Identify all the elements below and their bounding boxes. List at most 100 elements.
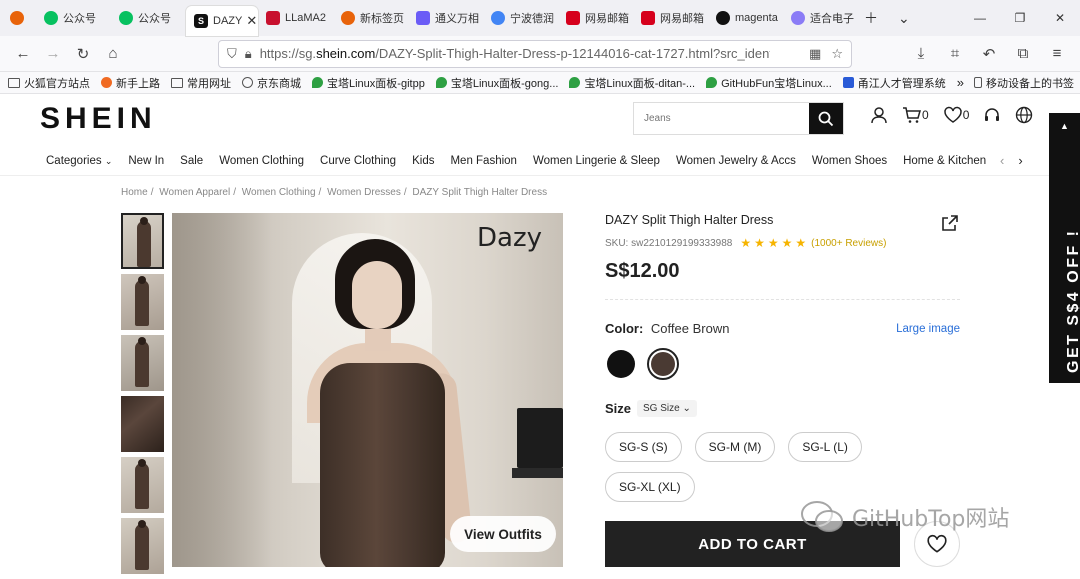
- bookmark-item[interactable]: 新手上路: [101, 75, 160, 91]
- bookmark-item[interactable]: 火狐官方站点: [8, 75, 90, 91]
- size-system-select[interactable]: SG Size ⌄: [637, 400, 697, 417]
- browser-tab[interactable]: 宁波德润: [483, 0, 558, 36]
- browser-tab[interactable]: LLaMA2: [258, 0, 333, 36]
- url-bar[interactable]: ⛉ 🔒︎ https://sg. shein.com/DAZY-Split-Thi…: [218, 39, 852, 68]
- bookmark-label: 宝塔Linux面板-ditan-...: [584, 77, 696, 90]
- browser-tab-active[interactable]: S DAZY ✕: [186, 6, 258, 36]
- wishlist-count: 0: [962, 108, 970, 122]
- language-button[interactable]: [1015, 106, 1033, 124]
- undo-icon[interactable]: ↶: [974, 39, 1004, 69]
- qr-code-icon[interactable]: ▦: [809, 46, 821, 62]
- screenshot-crop-icon[interactable]: ⌗: [940, 39, 970, 69]
- thumbnail-image[interactable]: [121, 457, 164, 513]
- nav-item-home-kitchen[interactable]: Home & Kitchen: [903, 155, 986, 167]
- back-arrow-icon[interactable]: ←: [8, 39, 38, 69]
- size-option[interactable]: SG-S (S): [605, 432, 682, 462]
- browser-tab[interactable]: 公众号: [36, 0, 111, 36]
- search-input[interactable]: [634, 103, 809, 134]
- bookmark-item[interactable]: GitHubFun宝塔Linux...: [706, 75, 832, 91]
- home-icon[interactable]: ⌂: [98, 39, 128, 69]
- breadcrumb-item[interactable]: Home: [121, 187, 148, 198]
- browser-tab[interactable]: magenta: [708, 0, 783, 36]
- shield-icon[interactable]: ⛉: [227, 46, 237, 62]
- breadcrumb-item[interactable]: Women Dresses: [327, 187, 401, 198]
- bookmark-item[interactable]: 宝塔Linux面板-ditan-...: [569, 75, 695, 91]
- bookmark-item[interactable]: 宝塔Linux面板-gitpp: [312, 75, 425, 91]
- forward-arrow-icon[interactable]: →: [38, 39, 68, 69]
- size-option[interactable]: SG-M (M): [694, 432, 776, 462]
- breadcrumb-item[interactable]: Women Clothing: [242, 187, 316, 198]
- support-button[interactable]: [983, 106, 1001, 124]
- nav-item-men-fashion[interactable]: Men Fashion: [450, 155, 516, 167]
- nav-item-women-shoes[interactable]: Women Shoes: [812, 155, 887, 167]
- search-button[interactable]: [809, 103, 843, 134]
- browser-tab[interactable]: 网易邮箱: [633, 0, 708, 36]
- reviews-link[interactable]: (1000+ Reviews): [811, 238, 886, 249]
- search-icon: [818, 111, 834, 126]
- browser-tab[interactable]: 公众号: [111, 0, 186, 36]
- minimize-icon[interactable]: —: [960, 0, 1000, 36]
- browser-tab[interactable]: 网易邮箱: [558, 0, 633, 36]
- shein-logo[interactable]: SHEIN: [40, 102, 157, 136]
- account-button[interactable]: [870, 106, 888, 124]
- browser-nav-bar: ← → ↻ ⌂ ⛉ 🔒︎ https://sg. shein.com/DAZY-S…: [0, 36, 1080, 72]
- bookmark-star-icon[interactable]: ☆: [831, 46, 843, 62]
- triangle-up-icon: ▲: [1060, 121, 1069, 131]
- thumbnail-image[interactable]: [121, 274, 164, 330]
- divider: [605, 299, 960, 300]
- cart-button[interactable]: 0: [902, 106, 929, 124]
- color-swatch-coffee-brown[interactable]: [647, 348, 679, 380]
- bookmark-item[interactable]: 甬江人才管理系统: [842, 75, 946, 91]
- bookmark-item[interactable]: 宝塔Linux面板-gong...: [435, 75, 558, 91]
- color-swatch-black[interactable]: [607, 350, 635, 378]
- view-outfits-button[interactable]: View Outfits: [450, 516, 556, 552]
- window-close-icon[interactable]: ✕: [1040, 0, 1080, 36]
- extensions-icon[interactable]: ⧉: [1008, 39, 1038, 69]
- download-icon[interactable]: ⤓: [906, 39, 936, 69]
- lock-icon[interactable]: 🔒︎: [245, 46, 252, 62]
- bookmark-item[interactable]: 京东商城: [242, 75, 301, 91]
- bookmarks-overflow-icon[interactable]: »: [957, 75, 964, 90]
- mobile-bookmarks[interactable]: 移动设备上的书签: [973, 75, 1074, 91]
- globe-icon: [242, 77, 253, 88]
- size-option[interactable]: SG-L (L): [788, 432, 862, 462]
- share-icon[interactable]: [942, 215, 958, 231]
- bookmark-item[interactable]: 常用网址: [171, 75, 231, 91]
- nav-item-new-in[interactable]: New In: [128, 155, 164, 167]
- tab-label: 公众号: [138, 13, 171, 25]
- restore-icon[interactable]: ❐: [1000, 0, 1040, 36]
- nav-item-kids[interactable]: Kids: [412, 155, 434, 167]
- talent-system-icon: [842, 77, 854, 88]
- nav-next-chevron-icon[interactable]: ›: [1018, 153, 1022, 168]
- app-menu-icon[interactable]: ≡: [1042, 39, 1072, 69]
- thumbnail-image[interactable]: [121, 213, 164, 269]
- thumbnail-image[interactable]: [121, 518, 164, 574]
- new-tab-plus-icon[interactable]: ＋: [864, 8, 878, 28]
- list-tabs-chevron-icon[interactable]: ⌄: [898, 10, 910, 27]
- nav-item-women-jewelry[interactable]: Women Jewelry & Accs: [676, 155, 796, 167]
- size-option[interactable]: SG-XL (XL): [605, 472, 695, 502]
- browser-tab[interactable]: 适合电子: [783, 0, 858, 36]
- main-product-image[interactable]: Dazy View Outfits: [172, 213, 563, 567]
- firefox-menu-tab[interactable]: [0, 0, 36, 36]
- thumbnail-image[interactable]: [121, 396, 164, 452]
- breadcrumb-item[interactable]: Women Apparel: [159, 187, 230, 198]
- nav-item-women-clothing[interactable]: Women Clothing: [219, 155, 304, 167]
- browser-tab[interactable]: 通义万相: [408, 0, 483, 36]
- browser-tab[interactable]: 新标签页: [333, 0, 408, 36]
- thumbnail-image[interactable]: [121, 335, 164, 391]
- tab-label: 通义万相: [435, 13, 479, 25]
- nav-item-women-lingerie[interactable]: Women Lingerie & Sleep: [533, 155, 660, 167]
- tab-label: 新标签页: [360, 13, 404, 25]
- nav-item-curve-clothing[interactable]: Curve Clothing: [320, 155, 396, 167]
- nav-item-sale[interactable]: Sale: [180, 155, 203, 167]
- wishlist-button[interactable]: 0: [943, 106, 970, 124]
- nav-prev-chevron-icon[interactable]: ‹: [1000, 153, 1004, 168]
- baota-icon: [569, 77, 581, 88]
- tab-close-icon[interactable]: ✕: [246, 13, 257, 29]
- nav-item-categories[interactable]: Categories ⌄: [46, 155, 112, 167]
- promo-side-tab[interactable]: ▲ GET S$4 OFF !: [1049, 113, 1080, 383]
- reload-icon[interactable]: ↻: [68, 39, 98, 69]
- large-image-link[interactable]: Large image: [896, 323, 960, 335]
- tab-label: 公众号: [63, 13, 96, 25]
